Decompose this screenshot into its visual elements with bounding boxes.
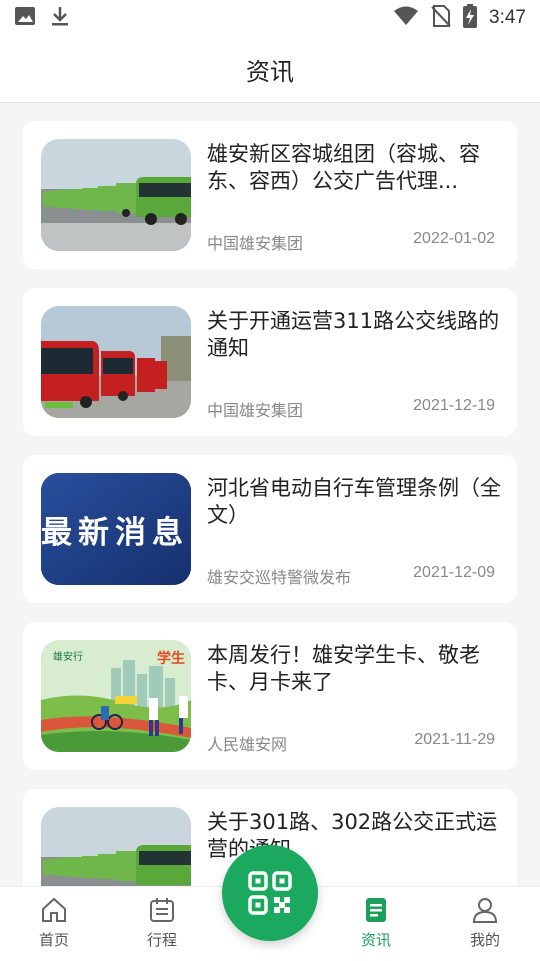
wifi-icon xyxy=(393,6,419,30)
tab-label: 资讯 xyxy=(360,931,391,949)
person-icon xyxy=(471,896,499,924)
thumbnail-tag: 学生 xyxy=(157,651,185,667)
news-thumbnail xyxy=(41,306,191,418)
news-thumbnail xyxy=(41,807,191,886)
thumbnail-brand: 雄安行 xyxy=(53,652,83,663)
news-card[interactable]: 关于开通运营311路公交线路的通知 中国雄安集团 2021-12-19 xyxy=(23,288,517,436)
news-source: 雄安交巡特警微发布 xyxy=(207,568,352,587)
tab-label: 我的 xyxy=(469,931,500,949)
tab-label: 行程 xyxy=(146,931,177,949)
news-title: 本周发行！雄安学生卡、敬老卡、月卡来了 xyxy=(207,643,480,694)
news-card[interactable]: 雄安行 学生 本周发行！雄安学生卡、敬老卡、月卡来了 人民雄安网 2021-11… xyxy=(23,622,517,770)
calendar-icon xyxy=(148,896,176,924)
news-date: 2021-12-09 xyxy=(413,564,495,581)
scan-qr-button[interactable] xyxy=(222,845,318,941)
status-bar: 3:47 xyxy=(0,0,540,36)
news-title: 雄安新区容城组团（容城、容东、容西）公交广告代理... xyxy=(207,142,480,193)
tab-news[interactable]: 资讯 xyxy=(331,887,421,961)
news-card[interactable]: 雄安新区容城组团（容城、容东、容西）公交广告代理... 中国雄安集团 2022-… xyxy=(23,121,517,269)
image-icon xyxy=(14,6,36,30)
news-date: 2021-11-29 xyxy=(414,731,495,748)
page-title: 资讯 xyxy=(246,57,294,86)
news-source: 中国雄安集团 xyxy=(207,234,304,253)
thumbnail-caption: 最新消息 xyxy=(41,515,189,551)
page-header: 资讯 xyxy=(0,36,540,103)
status-time: 3:47 xyxy=(489,7,526,28)
news-thumbnail: 最新消息 xyxy=(41,473,191,585)
tab-mine[interactable]: 我的 xyxy=(440,887,530,961)
news-source: 中国雄安集团 xyxy=(207,401,304,420)
news-list[interactable]: 雄安新区容城组团（容城、容东、容西）公交广告代理... 中国雄安集团 2022-… xyxy=(0,103,540,886)
tab-label: 首页 xyxy=(38,931,69,949)
news-source: 人民雄安网 xyxy=(207,735,288,754)
no-sim-icon xyxy=(431,5,451,31)
battery-charging-icon xyxy=(463,4,478,32)
news-card[interactable]: 最新消息 河北省电动自行车管理条例（全文） 雄安交巡特警微发布 2021-12-… xyxy=(23,455,517,603)
download-icon xyxy=(50,5,70,31)
news-thumbnail xyxy=(41,139,191,251)
tab-home[interactable]: 首页 xyxy=(9,887,99,961)
news-title: 关于开通运营311路公交线路的通知 xyxy=(207,309,500,360)
document-icon xyxy=(362,896,390,924)
news-date: 2021-12-19 xyxy=(413,397,495,414)
news-date: 2022-01-02 xyxy=(413,230,495,247)
tab-trips[interactable]: 行程 xyxy=(117,887,207,961)
news-thumbnail: 雄安行 学生 xyxy=(41,640,191,752)
home-icon xyxy=(40,896,68,924)
news-title: 河北省电动自行车管理条例（全文） xyxy=(207,476,501,527)
